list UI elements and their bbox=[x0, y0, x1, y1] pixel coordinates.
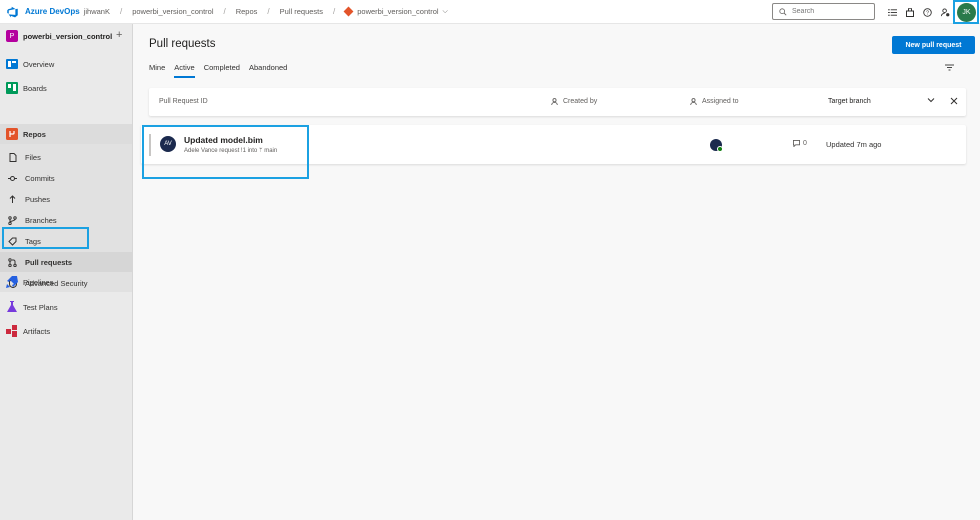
sidebar-item-test-plans[interactable]: Test Plans bbox=[0, 297, 132, 317]
breadcrumb-separator: / bbox=[223, 7, 226, 16]
svg-text:?: ? bbox=[926, 10, 929, 16]
person-icon bbox=[551, 98, 558, 105]
main-content: Pull requests New pull request Mine Acti… bbox=[133, 24, 980, 520]
repo-selector[interactable]: powerbi_version_control ⌵ bbox=[343, 6, 448, 17]
task-list-icon[interactable] bbox=[887, 7, 897, 17]
comment-count: 0 bbox=[793, 140, 807, 147]
search-icon bbox=[779, 7, 787, 15]
tab-mine[interactable]: Mine bbox=[149, 63, 165, 78]
highlight-box bbox=[953, 0, 979, 24]
highlight-box bbox=[142, 125, 309, 179]
sidebar-item-label: Repos bbox=[23, 129, 46, 139]
sidebar: P powerbi_version_control + Overview Boa… bbox=[0, 24, 133, 520]
pr-tabs: Mine Active Completed Abandoned bbox=[149, 63, 296, 78]
marketplace-bag-icon[interactable] bbox=[905, 7, 915, 17]
sidebar-item-label: Boards bbox=[23, 83, 47, 93]
search-input[interactable] bbox=[792, 8, 872, 15]
help-icon[interactable]: ? bbox=[922, 7, 932, 17]
sidebar-item-artifacts[interactable]: Artifacts bbox=[0, 321, 132, 341]
branch-icon bbox=[8, 215, 17, 225]
filter-target-branch[interactable]: Target branch bbox=[828, 98, 871, 105]
push-icon bbox=[8, 194, 17, 204]
repo-icon bbox=[343, 6, 354, 17]
sidebar-item-files[interactable]: Files bbox=[0, 148, 132, 166]
sidebar-item-label: Artifacts bbox=[23, 326, 51, 336]
pull-request-icon bbox=[8, 257, 17, 267]
repo-name: powerbi_version_control bbox=[357, 7, 439, 16]
breadcrumb-project[interactable]: powerbi_version_control bbox=[132, 7, 213, 16]
comment-icon bbox=[793, 140, 800, 147]
filter-icon[interactable] bbox=[945, 64, 954, 73]
pr-updated-time: Updated 7m ago bbox=[826, 140, 882, 149]
filter-pr-id[interactable]: Pull Request ID bbox=[159, 98, 208, 105]
sidebar-item-boards[interactable]: Boards bbox=[0, 78, 132, 98]
sidebar-item-pushes[interactable]: Pushes bbox=[0, 190, 132, 208]
sidebar-item-repos[interactable]: Repos bbox=[0, 124, 132, 144]
breadcrumb-separator: / bbox=[119, 7, 123, 16]
top-bar: Azure DevOps jihwanK / powerbi_version_c… bbox=[0, 0, 980, 24]
breadcrumb-separator: / bbox=[333, 7, 336, 16]
filter-header-row: Pull Request ID Created by Assigned to T… bbox=[149, 88, 966, 116]
sidebar-item-label: Pull requests bbox=[25, 257, 73, 267]
brand-name: Azure DevOps bbox=[25, 7, 80, 16]
search-box[interactable] bbox=[772, 3, 875, 20]
sidebar-item-label: Commits bbox=[25, 173, 55, 183]
sidebar-item-label: Pipelines bbox=[23, 277, 54, 287]
breadcrumb-pull-requests[interactable]: Pull requests bbox=[280, 7, 323, 16]
tab-abandoned[interactable]: Abandoned bbox=[249, 63, 287, 78]
sidebar-item-pipelines[interactable]: Pipelines bbox=[0, 272, 132, 292]
project-name: powerbi_version_control bbox=[23, 31, 113, 41]
chevron-down-icon[interactable] bbox=[927, 97, 935, 105]
new-pull-request-button[interactable]: New pull request bbox=[892, 36, 975, 54]
sidebar-item-label: Overview bbox=[23, 59, 55, 69]
breadcrumb-separator: / bbox=[267, 7, 270, 16]
boards-icon bbox=[6, 82, 18, 94]
user-settings-icon[interactable] bbox=[940, 7, 950, 17]
breadcrumb-repos[interactable]: Repos bbox=[236, 7, 258, 16]
pipelines-icon bbox=[6, 276, 18, 288]
highlight-box bbox=[2, 227, 89, 249]
org-name[interactable]: jihwanK bbox=[84, 7, 110, 16]
sidebar-item-label: Branches bbox=[25, 215, 57, 225]
project-avatar: P bbox=[6, 30, 18, 42]
sidebar-item-label: Test Plans bbox=[23, 302, 58, 312]
filter-assigned-to[interactable]: Assigned to bbox=[690, 98, 739, 105]
approved-status-icon bbox=[717, 146, 723, 152]
sidebar-item-pull-requests[interactable]: Pull requests bbox=[0, 252, 132, 272]
artifacts-icon bbox=[6, 325, 18, 337]
sidebar-item-label: Files bbox=[25, 152, 41, 162]
add-icon[interactable]: + bbox=[116, 29, 122, 41]
page-title: Pull requests bbox=[149, 38, 216, 50]
overview-icon bbox=[6, 58, 18, 70]
person-icon bbox=[690, 98, 697, 105]
test-plans-icon bbox=[6, 301, 18, 313]
file-icon bbox=[8, 152, 17, 162]
azure-devops-logo-icon bbox=[7, 6, 18, 17]
close-icon[interactable] bbox=[950, 97, 958, 107]
filter-created-by[interactable]: Created by bbox=[551, 98, 597, 105]
repos-icon bbox=[6, 128, 18, 140]
commit-icon bbox=[8, 174, 17, 183]
sidebar-item-label: Pushes bbox=[25, 194, 51, 204]
tab-completed[interactable]: Completed bbox=[204, 63, 240, 78]
chevron-down-icon: ⌵ bbox=[442, 7, 448, 15]
sidebar-item-commits[interactable]: Commits bbox=[0, 169, 132, 187]
project-header[interactable]: P powerbi_version_control bbox=[0, 24, 132, 48]
brand[interactable]: Azure DevOps jihwanK bbox=[6, 6, 110, 18]
repos-section: Repos Files Commits Pushes Branches Tags… bbox=[0, 124, 132, 292]
sidebar-item-overview[interactable]: Overview bbox=[0, 54, 132, 74]
tab-active[interactable]: Active bbox=[174, 63, 195, 78]
